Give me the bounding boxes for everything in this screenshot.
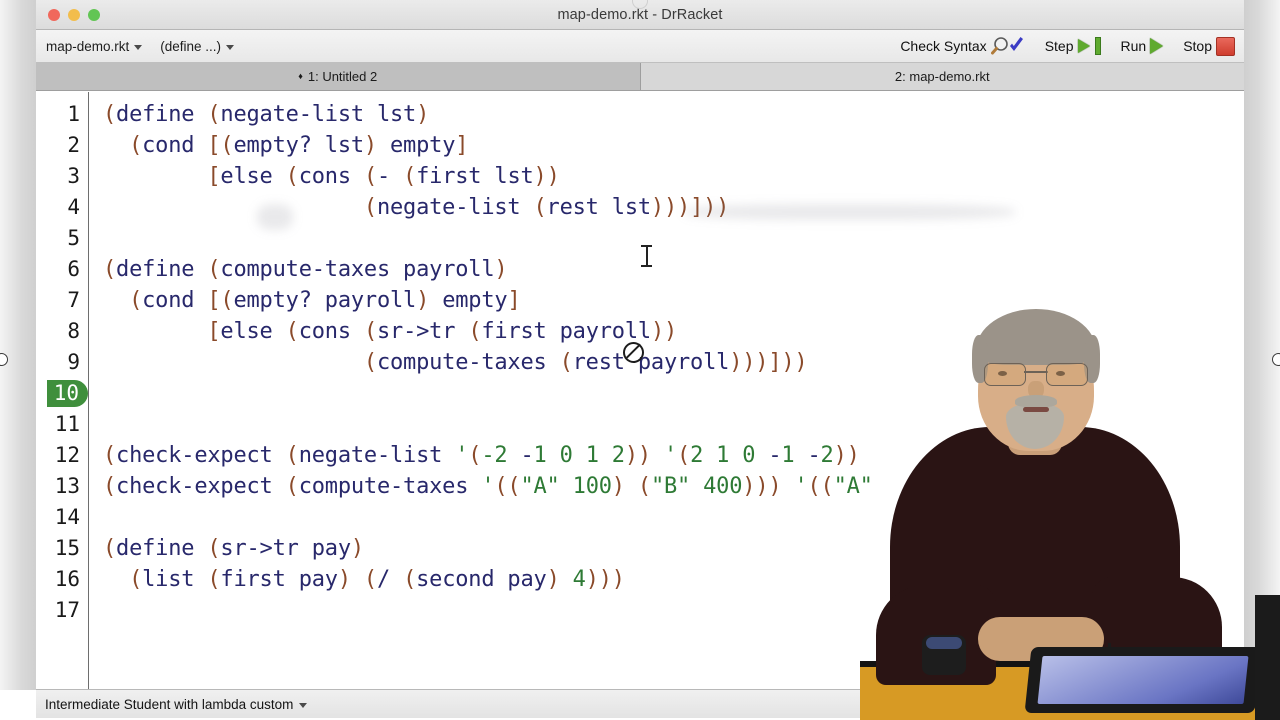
line-number: 2 — [67, 133, 80, 157]
tab-map-demo[interactable]: 2: map-demo.rkt — [640, 63, 1244, 90]
code-text-area[interactable]: (define (negate-list lst) (cond [(empty?… — [89, 92, 1244, 689]
resize-handle-left[interactable] — [0, 353, 8, 366]
code-line[interactable]: (cond [(empty? payroll) empty] — [103, 285, 1244, 316]
file-menu-button[interactable]: map-demo.rkt — [44, 38, 144, 55]
stop-label: Stop — [1183, 38, 1212, 54]
close-window-button[interactable] — [48, 9, 60, 21]
screen: map-demo.rkt - DrRacket map-demo.rkt (de… — [0, 0, 1280, 720]
code-line[interactable]: (define (compute-taxes payroll) — [103, 254, 1244, 285]
line-number: 14 — [54, 505, 80, 529]
check-syntax-button[interactable]: Check Syntax — [897, 35, 1027, 57]
code-line[interactable]: (define (sr->tr pay) — [103, 533, 1244, 564]
step-play-icon — [1077, 39, 1090, 53]
check-syntax-label: Check Syntax — [900, 38, 987, 54]
line-number: 12 — [54, 443, 80, 467]
drracket-window: map-demo.rkt - DrRacket map-demo.rkt (de… — [36, 0, 1244, 718]
run-label: Run — [1120, 38, 1147, 54]
tab-untitled-2[interactable]: ♦ 1: Untitled 2 — [36, 63, 641, 90]
line-number: 9 — [67, 350, 80, 374]
current-line-badge: 10 — [46, 380, 88, 407]
traffic-light-group — [48, 9, 100, 21]
line-number-current: 10 — [36, 378, 88, 409]
code-line[interactable]: (define (negate-list lst) — [103, 99, 1244, 130]
definitions-menu-label: (define ...) — [160, 38, 222, 54]
line-number: 1 — [67, 102, 80, 126]
stop-square-icon — [1216, 36, 1235, 56]
run-button[interactable]: Run — [1118, 37, 1167, 55]
line-number: 8 — [67, 319, 80, 343]
line-number: 3 — [67, 164, 80, 188]
line-number: 17 — [54, 598, 80, 622]
code-line[interactable] — [103, 595, 1244, 626]
line-number: 7 — [67, 288, 80, 312]
code-line[interactable] — [103, 378, 1244, 409]
line-number: 5 — [67, 226, 80, 250]
unsaved-diamond-icon: ♦ — [298, 70, 303, 81]
code-line[interactable]: (cond [(empty? lst) empty] — [103, 130, 1244, 161]
line-number: 6 — [67, 257, 80, 281]
step-bar-icon — [1094, 37, 1101, 55]
code-line[interactable]: (list (first pay) (/ (second pay) 4))) — [103, 564, 1244, 595]
line-number: 16 — [54, 567, 80, 591]
chevron-down-icon — [134, 44, 143, 50]
run-play-icon — [1150, 38, 1164, 54]
line-number: 11 — [54, 412, 80, 436]
chevron-down-icon — [226, 44, 235, 50]
tab-map-demo-label: 2: map-demo.rkt — [894, 69, 990, 84]
video-artifact — [257, 204, 293, 230]
line-number: 4 — [67, 195, 80, 219]
code-line[interactable]: (check-expect (compute-taxes '(("A" 100)… — [103, 471, 1244, 502]
zoom-window-button[interactable] — [88, 9, 100, 21]
code-line[interactable]: [else (cons (sr->tr (first payroll)) — [103, 316, 1244, 347]
line-number: 13 — [54, 474, 80, 498]
toolbar: map-demo.rkt (define ...) Check Syntax S… — [36, 30, 1244, 63]
tab-untitled-2-label: 1: Untitled 2 — [307, 69, 378, 84]
code-line[interactable]: [else (cons (- (first lst)) — [103, 161, 1244, 192]
window-right-resize-rail[interactable] — [1244, 0, 1280, 690]
language-chevron-down-icon[interactable] — [299, 702, 308, 708]
step-button[interactable]: Step — [1042, 36, 1104, 56]
code-editor[interactable]: 1 2 3 4 5 6 7 8 9 10 11 12 13 14 15 16 1… — [36, 91, 1244, 689]
stop-button[interactable]: Stop — [1180, 36, 1238, 57]
video-artifact — [685, 204, 1015, 220]
code-line[interactable]: (check-expect (negate-list '(-2 -1 0 1 2… — [103, 440, 1244, 471]
code-line[interactable] — [103, 409, 1244, 440]
code-line[interactable] — [103, 502, 1244, 533]
resize-handle-right[interactable] — [1272, 353, 1280, 366]
status-bar: Intermediate Student with lambda custom — [36, 689, 1244, 718]
file-menu-label: map-demo.rkt — [46, 38, 130, 54]
tab-strip: ♦ 1: Untitled 2 2: map-demo.rkt — [36, 63, 1244, 91]
title-bar[interactable]: map-demo.rkt - DrRacket — [36, 0, 1244, 30]
magnifier-check-icon — [990, 36, 1025, 56]
window-left-resize-rail[interactable] — [0, 0, 36, 690]
line-number-gutter: 1 2 3 4 5 6 7 8 9 10 11 12 13 14 15 16 1… — [36, 92, 89, 689]
line-number: 15 — [54, 536, 80, 560]
definitions-menu-button[interactable]: (define ...) — [158, 38, 236, 55]
code-line[interactable]: (compute-taxes (rest payroll)))])) — [103, 347, 1244, 378]
minimize-window-button[interactable] — [68, 9, 80, 21]
step-label: Step — [1044, 38, 1074, 54]
language-level-label: Intermediate Student with lambda custom — [45, 696, 294, 712]
